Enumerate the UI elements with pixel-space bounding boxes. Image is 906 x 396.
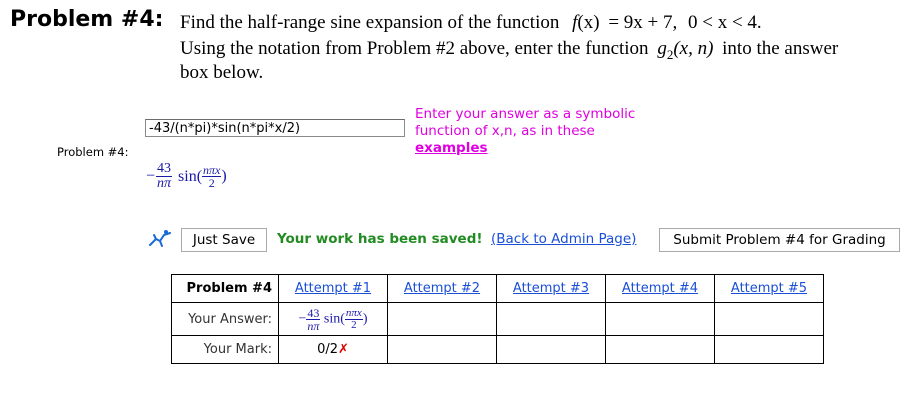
preview-denominator: nπ xyxy=(307,318,320,333)
table-row: Your Answer: −43 nπ sin(nπx 2) xyxy=(171,302,824,336)
statement-text: Find the half-range sine expansion of th… xyxy=(180,12,560,33)
attempt-link-2[interactable]: Attempt #2 xyxy=(404,281,480,296)
g-function: g xyxy=(657,38,667,59)
attempt3-answer xyxy=(496,302,606,336)
preview-arg-fraction: nπx 2 xyxy=(344,306,363,331)
function-definition: = 9x + 7, xyxy=(608,12,678,33)
attempt-cell: Attempt #5 xyxy=(714,274,824,303)
answer-preview: −43 nπ sin(nπx 2) xyxy=(146,162,227,191)
answer-hint: Enter your answer as a symbolic function… xyxy=(415,106,635,157)
problem-statement-line3: box below. xyxy=(180,62,264,83)
preview-fraction: 43 nπ xyxy=(306,305,321,333)
problem-statement-line2: Using the notation from Problem #2 above… xyxy=(180,38,838,63)
attempts-table: Problem #4 Attempt #1 Attempt #2 Attempt… xyxy=(171,274,824,364)
back-to-admin-link[interactable]: (Back to Admin Page) xyxy=(491,231,636,247)
preview-sin: sin( xyxy=(323,311,345,326)
preview-minus: − xyxy=(146,167,156,185)
preview-sin: sin( xyxy=(178,167,203,185)
saved-message: Your work has been saved! xyxy=(277,231,483,247)
hint-line2: function of x,n, as in these xyxy=(415,123,595,139)
preview-numerator: 43 xyxy=(306,305,321,320)
mark-value: 0/2 xyxy=(317,342,338,357)
attempt-cell: Attempt #3 xyxy=(496,274,606,303)
attempt1-mark: 0/2✗ xyxy=(278,335,388,364)
preview-close-paren: ) xyxy=(221,167,227,185)
attempt-link-3[interactable]: Attempt #3 xyxy=(513,281,589,296)
table-row: Problem #4 Attempt #1 Attempt #2 Attempt… xyxy=(171,274,824,303)
answer-label: Problem #4: xyxy=(57,145,129,159)
just-save-button[interactable]: Just Save xyxy=(181,228,267,252)
attempt4-answer xyxy=(605,302,715,336)
attempt5-answer xyxy=(714,302,824,336)
table-row: Your Mark: 0/2✗ xyxy=(171,335,824,364)
attempt-link-4[interactable]: Attempt #4 xyxy=(622,281,698,296)
attempt3-mark xyxy=(496,335,606,364)
preview-arg-numerator: nπx xyxy=(344,306,363,320)
table-header-problem: Problem #4 xyxy=(171,274,279,303)
wrong-mark-icon: ✗ xyxy=(338,342,349,357)
statement-text: Using the notation from Problem #2 above… xyxy=(180,38,649,59)
attempt-link-1[interactable]: Attempt #1 xyxy=(295,281,371,296)
preview-numerator: 43 xyxy=(156,161,173,177)
function-domain: 0 < x < 4. xyxy=(688,12,762,33)
attempt-cell: Attempt #4 xyxy=(605,274,715,303)
your-mark-label: Your Mark: xyxy=(171,335,279,364)
g-args: (x, n) xyxy=(673,38,714,59)
your-answer-label: Your Answer: xyxy=(171,302,279,336)
attempt1-answer: −43 nπ sin(nπx 2) xyxy=(278,302,388,336)
preview-close-paren: ) xyxy=(362,311,368,326)
problem-statement-line1: Find the half-range sine expansion of th… xyxy=(180,12,762,34)
preview-minus: − xyxy=(298,311,307,326)
stick-figure-icon xyxy=(148,229,172,251)
submit-grading-button[interactable]: Submit Problem #4 for Grading xyxy=(659,228,900,252)
attempt2-mark xyxy=(387,335,497,364)
attempt-cell: Attempt #1 xyxy=(278,274,388,303)
attempt2-answer xyxy=(387,302,497,336)
preview-arg-denominator: 2 xyxy=(208,176,215,190)
problem-title: Problem #4: xyxy=(10,7,164,32)
attempt4-mark xyxy=(605,335,715,364)
preview-arg-denominator: 2 xyxy=(351,318,357,331)
attempt5-mark xyxy=(714,335,824,364)
examples-link[interactable]: examples xyxy=(415,140,488,156)
function-arg: (x) xyxy=(577,12,600,33)
answer-input[interactable] xyxy=(145,119,405,137)
preview-denominator: nπ xyxy=(157,176,172,191)
hint-line1: Enter your answer as a symbolic xyxy=(415,106,636,122)
statement-text-end: into the answer xyxy=(722,38,839,59)
attempt-cell: Attempt #2 xyxy=(387,274,497,303)
attempt-link-5[interactable]: Attempt #5 xyxy=(731,281,807,296)
preview-fraction: 43 nπ xyxy=(156,161,173,191)
preview-arg-fraction: nπx 2 xyxy=(202,164,222,190)
